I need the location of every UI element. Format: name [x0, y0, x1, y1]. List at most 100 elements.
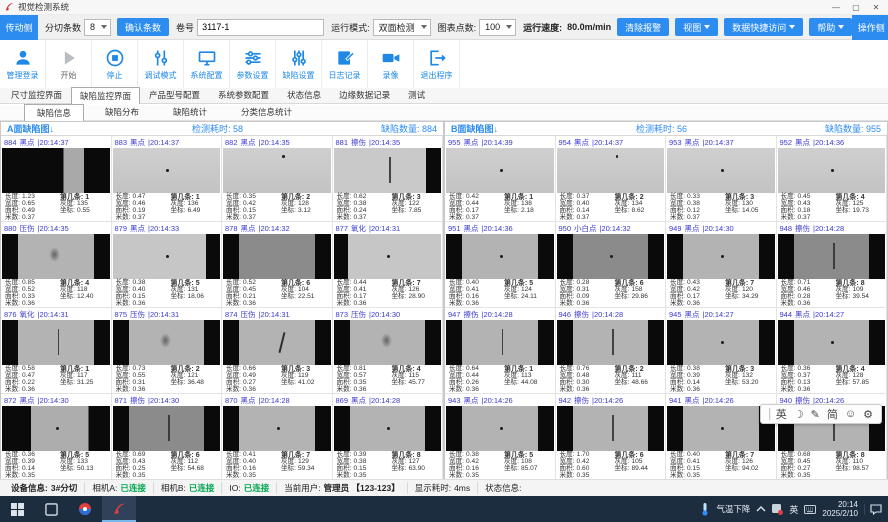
defect-image[interactable] [557, 148, 665, 193]
notification-center-button[interactable] [864, 504, 886, 515]
defect-image[interactable] [113, 320, 221, 365]
defect-image[interactable] [113, 406, 221, 451]
defect-cell[interactable]: 952 黑点 |20:14:36 长度:0.45 宽度:0.43 面积:0.18… [777, 136, 888, 222]
defect-cell[interactable]: 878 黑点 |20:14:32 长度:0.52 宽度:0.45 面积:0.21… [222, 222, 333, 308]
defect-cell[interactable]: 876 氧化 |20:14:31 长度:0.58 宽度:0.47 面积:0.22… [1, 308, 112, 394]
subtab-class-info-statistics[interactable]: 分类信息统计 [228, 103, 305, 120]
defect-cell[interactable]: 953 黑点 |20:14:37 长度:0.33 宽度:0.38 面积:0.12… [666, 136, 777, 222]
defect-cell[interactable]: 884 黑点 |20:14:37 长度:1.23 宽度:0.65 面积:0.49… [1, 136, 112, 222]
start-button[interactable] [0, 496, 34, 522]
defect-image[interactable] [446, 234, 554, 279]
defect-image[interactable] [334, 406, 442, 451]
ime-tray-icon[interactable] [772, 504, 783, 515]
subtab-defect-distribution[interactable]: 缺陷分布 [92, 103, 152, 120]
night-mode-icon[interactable]: ☽ [794, 408, 804, 421]
defect-image[interactable] [557, 320, 665, 365]
taskbar-clock[interactable]: 20:14 2025/2/10 [822, 500, 858, 518]
tab-defect-monitor[interactable]: 缺陷监控界面 [71, 87, 140, 104]
defect-cell[interactable]: 879 黑点 |20:14:33 长度:0.38 宽度:0.40 面积:0.15… [112, 222, 223, 308]
start-button[interactable]: 开始 [46, 40, 92, 88]
defect-cell[interactable]: 871 擦伤 |20:14:30 长度:0.69 宽度:0.43 面积:0.25… [112, 394, 223, 480]
stop-button[interactable]: 停止 [92, 40, 138, 88]
defect-image[interactable] [667, 148, 775, 193]
roll-number-input[interactable] [197, 19, 324, 36]
defect-cell[interactable]: 870 黑点 |20:14:28 长度:0.41 宽度:0.40 面积:0.16… [222, 394, 333, 480]
defect-cell[interactable]: 942 擦伤 |20:14:26 长度:1.70 宽度:0.42 面积:0.60… [556, 394, 667, 480]
system-config-button[interactable]: 系统配置 [184, 40, 230, 88]
defect-cell[interactable]: 872 黑点 |20:14:30 长度:0.36 宽度:0.39 面积:0.14… [1, 394, 112, 480]
defect-image[interactable] [667, 406, 775, 451]
tab-system-param-config[interactable]: 系统参数配置 [209, 86, 278, 103]
defect-cell[interactable]: 955 黑点 |20:14:39 长度:0.42 宽度:0.44 面积:0.17… [445, 136, 556, 222]
defect-cell[interactable]: 945 黑点 |20:14:27 长度:0.38 宽度:0.39 面积:0.14… [666, 308, 777, 394]
defect-image[interactable] [2, 320, 110, 365]
subtab-defect-statistics[interactable]: 缺陷统计 [160, 103, 220, 120]
tab-status-info[interactable]: 状态信息 [278, 86, 330, 103]
minimize-button[interactable]: — [826, 0, 846, 14]
defect-cell[interactable]: 944 黑点 |20:14:27 长度:0.36 宽度:0.37 面积:0.13… [777, 308, 888, 394]
input-language-indicator[interactable]: 英 [789, 503, 798, 516]
defect-image[interactable] [667, 234, 775, 279]
defect-image[interactable] [334, 320, 442, 365]
emoji-icon[interactable]: ☺ [845, 408, 856, 420]
subtab-defect-info[interactable]: 缺陷信息 [24, 104, 84, 121]
defect-cell[interactable]: 880 压伤 |20:14:35 长度:0.85 宽度:0.52 面积:0.33… [1, 222, 112, 308]
defect-image[interactable] [2, 148, 110, 193]
tab-product-model-config[interactable]: 产品型号配置 [140, 86, 209, 103]
defect-cell[interactable]: 877 氧化 |20:14:31 长度:0.44 宽度:0.41 面积:0.17… [333, 222, 444, 308]
defect-cell[interactable]: 947 擦伤 |20:14:28 长度:0.64 宽度:0.44 面积:0.26… [445, 308, 556, 394]
defect-cell[interactable]: 883 黑点 |20:14:37 长度:0.47 宽度:0.46 面积:0.19… [112, 136, 223, 222]
operator-side-button[interactable]: 操作侧 [852, 15, 888, 40]
weather-text[interactable]: 气温下降 [716, 503, 750, 515]
defect-image[interactable] [778, 148, 886, 193]
defect-image[interactable] [446, 406, 554, 451]
drag-handle-icon[interactable] [769, 408, 771, 420]
chart-points-select[interactable]: 100 [479, 19, 516, 36]
close-button[interactable]: ✕ [866, 0, 886, 14]
defect-cell[interactable]: 875 压伤 |20:14:31 长度:0.73 宽度:0.55 面积:0.31… [112, 308, 223, 394]
tray-expand-chevron-icon[interactable] [756, 505, 766, 513]
parameter-settings-button[interactable]: 参数设置 [230, 40, 276, 88]
simplified-chinese-toggle[interactable]: 简 [827, 406, 838, 422]
exit-program-button[interactable]: 退出程序 [414, 40, 460, 88]
defect-cell[interactable]: 954 黑点 |20:14:37 长度:0.37 宽度:0.40 面积:0.14… [556, 136, 667, 222]
defect-image[interactable] [2, 406, 110, 451]
defect-cell[interactable]: 943 黑点 |20:14:26 长度:0.38 宽度:0.42 面积:0.16… [445, 394, 556, 480]
defect-cell[interactable]: 949 黑点 |20:14:30 长度:0.43 宽度:0.42 面积:0.17… [666, 222, 777, 308]
defect-cell[interactable]: 946 擦伤 |20:14:28 长度:0.76 宽度:0.48 面积:0.30… [556, 308, 667, 394]
defect-image[interactable] [667, 320, 775, 365]
record-video-button[interactable]: 录像 [368, 40, 414, 88]
taskbar-app-inspection[interactable] [102, 496, 136, 522]
defect-image[interactable] [223, 320, 331, 365]
drive-side-button[interactable]: 传动侧 [0, 15, 38, 40]
defect-image[interactable] [113, 148, 221, 193]
data-quick-access-button[interactable]: 数据快捷访问 [724, 18, 803, 36]
defect-cell[interactable]: 882 黑点 |20:14:35 长度:0.35 宽度:0.42 面积:0.15… [222, 136, 333, 222]
defect-image[interactable] [113, 234, 221, 279]
defect-image[interactable] [557, 406, 665, 451]
panel-a-title[interactable]: A面缺陷图 [7, 122, 50, 135]
keyboard-tray-icon[interactable] [804, 505, 816, 514]
help-menu-button[interactable]: 帮助 [809, 18, 852, 36]
defect-settings-button[interactable]: 缺陷设置 [276, 40, 322, 88]
ime-settings-gear-icon[interactable]: ⚙ [863, 408, 873, 421]
maximize-button[interactable]: ▢ [846, 0, 866, 14]
defect-cell[interactable]: 873 压伤 |20:14:30 长度:0.81 宽度:0.57 面积:0.35… [333, 308, 444, 394]
defect-image[interactable] [334, 234, 442, 279]
ime-language-toggle[interactable]: 英 [776, 406, 787, 422]
defect-image[interactable] [778, 320, 886, 365]
defect-image[interactable] [223, 406, 331, 451]
panel-b-title[interactable]: B面缺陷图 [451, 122, 494, 135]
view-menu-button[interactable]: 视图 [675, 18, 718, 36]
handwriting-pen-icon[interactable]: ✎ [811, 408, 820, 421]
defect-cell[interactable]: 874 压伤 |20:14:31 长度:0.66 宽度:0.49 面积:0.27… [222, 308, 333, 394]
admin-login-button[interactable]: 管理登录 [0, 40, 46, 88]
taskbar-app-browser[interactable] [68, 496, 102, 522]
ime-toolbar[interactable]: 英 ☽ ✎ 简 ☺ ⚙ [760, 404, 882, 424]
defect-cell[interactable]: 950 小白点 |20:14:32 长度:0.28 宽度:0.31 面积:0.0… [556, 222, 667, 308]
defect-cell[interactable]: 951 黑点 |20:14:36 长度:0.40 宽度:0.41 面积:0.16… [445, 222, 556, 308]
run-mode-select[interactable]: 双面检测 [373, 19, 431, 36]
log-record-button[interactable]: 日志记录 [322, 40, 368, 88]
defect-image[interactable] [446, 148, 554, 193]
defect-image[interactable] [778, 234, 886, 279]
